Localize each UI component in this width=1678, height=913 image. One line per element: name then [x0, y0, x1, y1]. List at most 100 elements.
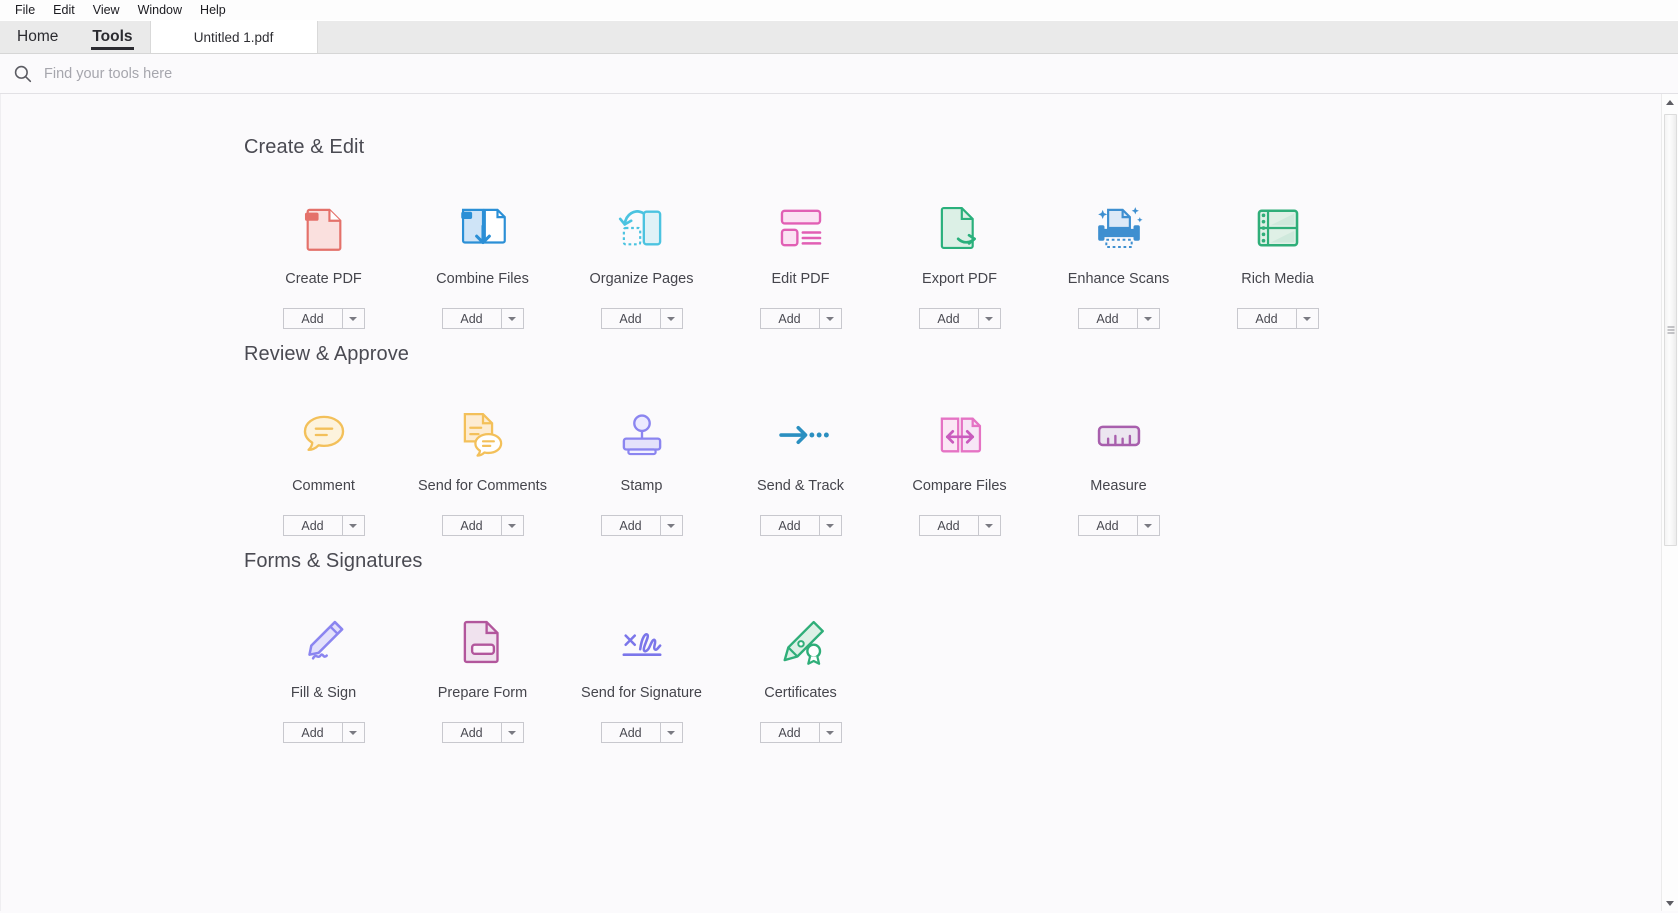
add-tool-button[interactable]: Add: [760, 722, 842, 743]
send-for-comments-icon[interactable]: [454, 406, 512, 464]
chevron-down-icon[interactable]: [343, 722, 365, 743]
tool-card[interactable]: Fill & SignAdd: [244, 613, 403, 743]
tool-card[interactable]: Organize PagesAdd: [562, 199, 721, 329]
tool-card[interactable]: Prepare FormAdd: [403, 613, 562, 743]
chevron-down-icon[interactable]: [661, 308, 683, 329]
add-tool-button[interactable]: Add: [760, 308, 842, 329]
chevron-down-icon[interactable]: [979, 308, 1001, 329]
stamp-icon[interactable]: [613, 406, 671, 464]
enhance-scans-icon[interactable]: [1090, 199, 1148, 257]
scrollbar-track[interactable]: [1662, 110, 1678, 895]
prepare-form-icon[interactable]: [454, 613, 512, 671]
add-tool-button-label[interactable]: Add: [442, 308, 502, 329]
add-tool-button[interactable]: Add: [442, 308, 524, 329]
add-tool-button-label[interactable]: Add: [760, 308, 820, 329]
add-tool-button-label[interactable]: Add: [442, 515, 502, 536]
chevron-down-icon[interactable]: [343, 308, 365, 329]
add-tool-button[interactable]: Add: [1078, 308, 1160, 329]
menu-item-window[interactable]: Window: [129, 2, 191, 19]
add-tool-button[interactable]: Add: [919, 515, 1001, 536]
compare-files-icon[interactable]: [931, 406, 989, 464]
add-tool-button-label[interactable]: Add: [919, 515, 979, 536]
add-tool-button-label[interactable]: Add: [919, 308, 979, 329]
tool-card[interactable]: CertificatesAdd: [721, 613, 880, 743]
add-tool-button-label[interactable]: Add: [760, 515, 820, 536]
comment-icon[interactable]: [295, 406, 353, 464]
chevron-down-icon[interactable]: [661, 722, 683, 743]
chevron-down-icon[interactable]: [502, 722, 524, 743]
chevron-down-icon[interactable]: [502, 308, 524, 329]
add-tool-button-label[interactable]: Add: [1237, 308, 1297, 329]
add-tool-button[interactable]: Add: [1237, 308, 1319, 329]
scrollbar-thumb[interactable]: [1664, 114, 1677, 546]
add-tool-button[interactable]: Add: [601, 722, 683, 743]
add-tool-button[interactable]: Add: [283, 515, 365, 536]
menu-item-file[interactable]: File: [6, 2, 44, 19]
chevron-down-icon[interactable]: [820, 308, 842, 329]
chevron-down-icon[interactable]: [502, 515, 524, 536]
add-tool-button-label[interactable]: Add: [442, 722, 502, 743]
chevron-down-icon[interactable]: [343, 515, 365, 536]
tool-card[interactable]: Compare FilesAdd: [880, 406, 1039, 536]
fill-and-sign-icon[interactable]: [295, 613, 353, 671]
add-tool-button[interactable]: Add: [442, 722, 524, 743]
nav-tab-tools[interactable]: Tools: [75, 21, 149, 53]
send-and-track-icon[interactable]: [772, 406, 830, 464]
tool-card[interactable]: Rich MediaAdd: [1198, 199, 1357, 329]
add-tool-button-label[interactable]: Add: [1078, 515, 1138, 536]
add-tool-button[interactable]: Add: [919, 308, 1001, 329]
add-tool-button-label[interactable]: Add: [283, 722, 343, 743]
certificates-icon[interactable]: [772, 613, 830, 671]
nav-tab-home[interactable]: Home: [0, 21, 75, 53]
scroll-up-arrow-icon[interactable]: [1662, 94, 1678, 110]
chevron-down-icon[interactable]: [820, 722, 842, 743]
add-tool-button[interactable]: Add: [283, 722, 365, 743]
add-tool-button-label[interactable]: Add: [601, 722, 661, 743]
add-tool-button-label[interactable]: Add: [283, 515, 343, 536]
add-tool-button-label[interactable]: Add: [283, 308, 343, 329]
add-tool-button-label[interactable]: Add: [760, 722, 820, 743]
send-for-signature-icon[interactable]: [613, 613, 671, 671]
menu-item-view[interactable]: View: [84, 2, 129, 19]
add-tool-button[interactable]: Add: [760, 515, 842, 536]
vertical-scrollbar[interactable]: [1661, 94, 1678, 911]
chevron-down-icon[interactable]: [1138, 515, 1160, 536]
chevron-down-icon[interactable]: [820, 515, 842, 536]
add-tool-button[interactable]: Add: [283, 308, 365, 329]
measure-icon[interactable]: [1090, 406, 1148, 464]
tab-bar: Home Tools Untitled 1.pdf: [0, 21, 1678, 54]
tool-card[interactable]: Create PDFAdd: [244, 199, 403, 329]
create-pdf-icon[interactable]: [295, 199, 353, 257]
chevron-down-icon[interactable]: [1297, 308, 1319, 329]
combine-files-icon[interactable]: [454, 199, 512, 257]
add-tool-button-label[interactable]: Add: [1078, 308, 1138, 329]
export-pdf-icon[interactable]: [931, 199, 989, 257]
add-tool-button-label[interactable]: Add: [601, 308, 661, 329]
rich-media-icon[interactable]: [1249, 199, 1307, 257]
edit-pdf-icon[interactable]: [772, 199, 830, 257]
add-tool-button[interactable]: Add: [601, 515, 683, 536]
chevron-down-icon[interactable]: [661, 515, 683, 536]
document-tab[interactable]: Untitled 1.pdf: [150, 21, 318, 53]
organize-pages-icon[interactable]: [613, 199, 671, 257]
add-tool-button[interactable]: Add: [442, 515, 524, 536]
tool-card[interactable]: Enhance ScansAdd: [1039, 199, 1198, 329]
tool-card[interactable]: Combine FilesAdd: [403, 199, 562, 329]
add-tool-button[interactable]: Add: [601, 308, 683, 329]
add-tool-button[interactable]: Add: [1078, 515, 1160, 536]
tool-card[interactable]: Send for CommentsAdd: [403, 406, 562, 536]
tool-card[interactable]: MeasureAdd: [1039, 406, 1198, 536]
tool-card[interactable]: Edit PDFAdd: [721, 199, 880, 329]
tool-card[interactable]: CommentAdd: [244, 406, 403, 536]
search-input[interactable]: [44, 66, 464, 82]
tool-card[interactable]: Send for SignatureAdd: [562, 613, 721, 743]
tool-card[interactable]: Export PDFAdd: [880, 199, 1039, 329]
tool-card[interactable]: Send & TrackAdd: [721, 406, 880, 536]
add-tool-button-label[interactable]: Add: [601, 515, 661, 536]
menu-item-edit[interactable]: Edit: [44, 2, 84, 19]
chevron-down-icon[interactable]: [1138, 308, 1160, 329]
scroll-down-arrow-icon[interactable]: [1662, 895, 1678, 911]
tool-card[interactable]: StampAdd: [562, 406, 721, 536]
chevron-down-icon[interactable]: [979, 515, 1001, 536]
menu-item-help[interactable]: Help: [191, 2, 235, 19]
